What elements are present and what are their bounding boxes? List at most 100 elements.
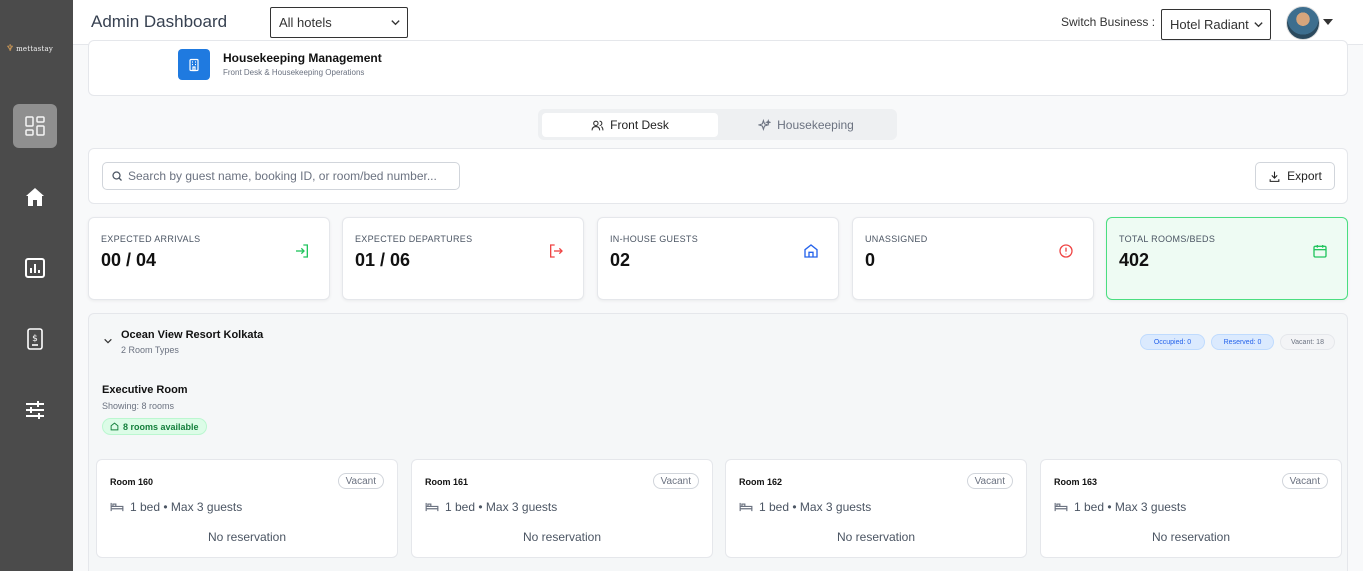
brand-logo[interactable]: ♆ mettastay xyxy=(6,44,53,54)
users-icon xyxy=(591,120,604,130)
room-name: Room 160 xyxy=(110,477,154,487)
sidebar-item-billing[interactable]: $ xyxy=(13,317,57,361)
property-section: Ocean View Resort Kolkata 2 Room Types O… xyxy=(88,313,1348,571)
search-bar-card: Export xyxy=(88,148,1348,204)
rooms-available-badge: 8 rooms available xyxy=(102,418,207,435)
room-capacity-label: 1 bed • Max 3 guests xyxy=(130,500,243,514)
stat-total-rooms[interactable]: TOTAL ROOMS/BEDS 402 xyxy=(1106,217,1348,300)
dashboard-icon xyxy=(25,116,45,136)
room-status-badge: Vacant xyxy=(652,473,699,489)
calendar-icon xyxy=(1307,238,1333,264)
reservation-status: No reservation xyxy=(522,530,602,544)
room-capacity: 1 bed • Max 3 guests xyxy=(425,500,557,514)
stat-unassigned[interactable]: UNASSIGNED 0 xyxy=(852,217,1094,300)
logo-mark-icon: ♆ xyxy=(6,44,15,54)
chevron-down-icon xyxy=(391,20,400,26)
bed-icon xyxy=(739,502,753,512)
room-capacity-label: 1 bed • Max 3 guests xyxy=(759,500,872,514)
vacant-badge: Vacant: 18 xyxy=(1280,334,1335,350)
stat-expected-departures[interactable]: EXPECTED DEPARTURES 01 / 06 xyxy=(342,217,584,300)
bed-icon xyxy=(110,502,124,512)
sidebar-item-reports[interactable] xyxy=(13,246,57,290)
main-content: Housekeeping Management Front Desk & Hou… xyxy=(73,40,1363,571)
room-card[interactable]: Room 160 Vacant 1 bed • Max 3 guests No … xyxy=(96,459,398,558)
search-field[interactable] xyxy=(102,162,460,190)
sidebar-item-home[interactable] xyxy=(13,175,57,219)
room-capacity: 1 bed • Max 3 guests xyxy=(739,500,871,514)
tab-housekeeping[interactable]: Housekeeping xyxy=(718,113,894,137)
logo-text: mettastay xyxy=(16,45,53,53)
room-status-badge: Vacant xyxy=(337,473,384,489)
home-icon xyxy=(798,238,824,264)
search-icon xyxy=(112,171,122,181)
stat-label: TOTAL ROOMS/BEDS xyxy=(1119,234,1216,244)
room-type-name: Executive Room xyxy=(102,384,188,396)
reserved-badge: Reserved: 0 xyxy=(1211,334,1274,350)
download-icon xyxy=(1269,171,1280,182)
home-icon xyxy=(26,188,44,206)
caret-down-icon[interactable] xyxy=(1323,19,1333,25)
property-name[interactable]: Ocean View Resort Kolkata xyxy=(121,329,263,341)
invoice-icon: $ xyxy=(27,328,43,350)
sparkles-icon xyxy=(758,118,772,131)
stat-value: 02 xyxy=(610,250,631,270)
logout-icon xyxy=(543,238,569,264)
room-name: Room 163 xyxy=(1054,477,1098,487)
sidebar: ♆ mettastay $ xyxy=(0,0,73,571)
settings-sliders-icon xyxy=(26,401,44,419)
stat-in-house-guests[interactable]: IN-HOUSE GUESTS 02 xyxy=(597,217,839,300)
page-header-card: Housekeeping Management Front Desk & Hou… xyxy=(88,40,1348,96)
hotel-filter-select[interactable]: All hotels xyxy=(270,7,408,38)
room-capacity-label: 1 bed • Max 3 guests xyxy=(445,500,558,514)
top-header: Admin Dashboard All hotels Switch Busine… xyxy=(73,0,1363,45)
room-capacity: 1 bed • Max 3 guests xyxy=(1054,500,1186,514)
page-title: Housekeeping Management xyxy=(223,51,382,65)
stat-value: 00 / 04 xyxy=(101,250,157,270)
chevron-down-icon xyxy=(1254,22,1263,28)
stat-value: 0 xyxy=(865,250,876,270)
bed-icon xyxy=(1054,502,1068,512)
export-button[interactable]: Export xyxy=(1255,162,1335,190)
business-select[interactable]: Hotel Radiant xyxy=(1161,9,1271,40)
chevron-down-icon[interactable] xyxy=(103,336,113,346)
room-capacity: 1 bed • Max 3 guests xyxy=(110,500,242,514)
tab-front-desk-label: Front Desk xyxy=(610,118,669,132)
home-icon xyxy=(110,422,119,431)
switch-business-label: Switch Business : xyxy=(1061,15,1156,29)
alert-circle-icon xyxy=(1053,238,1079,264)
view-tabs: Front Desk Housekeeping xyxy=(538,109,897,140)
tab-front-desk[interactable]: Front Desk xyxy=(542,113,718,137)
app-title: Admin Dashboard xyxy=(91,12,228,31)
reservation-status: No reservation xyxy=(836,530,916,544)
chart-icon xyxy=(25,258,45,278)
tab-housekeeping-label: Housekeeping xyxy=(777,118,854,132)
reservation-status: No reservation xyxy=(1151,530,1231,544)
page-subtitle: Front Desk & Housekeeping Operations xyxy=(223,68,365,77)
rooms-available-label: 8 rooms available xyxy=(123,421,199,432)
bed-icon xyxy=(425,502,439,512)
stat-label: EXPECTED DEPARTURES xyxy=(355,234,473,244)
room-card[interactable]: Room 163 Vacant 1 bed • Max 3 guests No … xyxy=(1040,459,1342,558)
room-capacity-label: 1 bed • Max 3 guests xyxy=(1074,500,1187,514)
stat-label: EXPECTED ARRIVALS xyxy=(101,234,201,244)
room-status-badge: Vacant xyxy=(966,473,1013,489)
room-name: Room 161 xyxy=(425,477,469,487)
svg-text:$: $ xyxy=(32,334,38,344)
stat-expected-arrivals[interactable]: EXPECTED ARRIVALS 00 / 04 xyxy=(88,217,330,300)
room-name: Room 162 xyxy=(739,477,783,487)
search-input[interactable] xyxy=(128,169,458,183)
sidebar-item-dashboard[interactable] xyxy=(13,104,57,148)
stat-value: 01 / 06 xyxy=(355,250,411,270)
stat-label: IN-HOUSE GUESTS xyxy=(610,234,699,244)
room-type-showing: Showing: 8 rooms xyxy=(102,401,175,411)
sidebar-item-settings[interactable] xyxy=(13,388,57,432)
room-card[interactable]: Room 162 Vacant 1 bed • Max 3 guests No … xyxy=(725,459,1027,558)
export-label: Export xyxy=(1287,169,1322,183)
business-select-value: Hotel Radiant xyxy=(1170,17,1249,32)
hotel-filter-value: All hotels xyxy=(279,15,332,30)
login-icon xyxy=(289,238,315,264)
room-status-badge: Vacant xyxy=(1281,473,1328,489)
stat-value: 402 xyxy=(1119,250,1150,270)
avatar[interactable] xyxy=(1286,6,1320,40)
room-card[interactable]: Room 161 Vacant 1 bed • Max 3 guests No … xyxy=(411,459,713,558)
